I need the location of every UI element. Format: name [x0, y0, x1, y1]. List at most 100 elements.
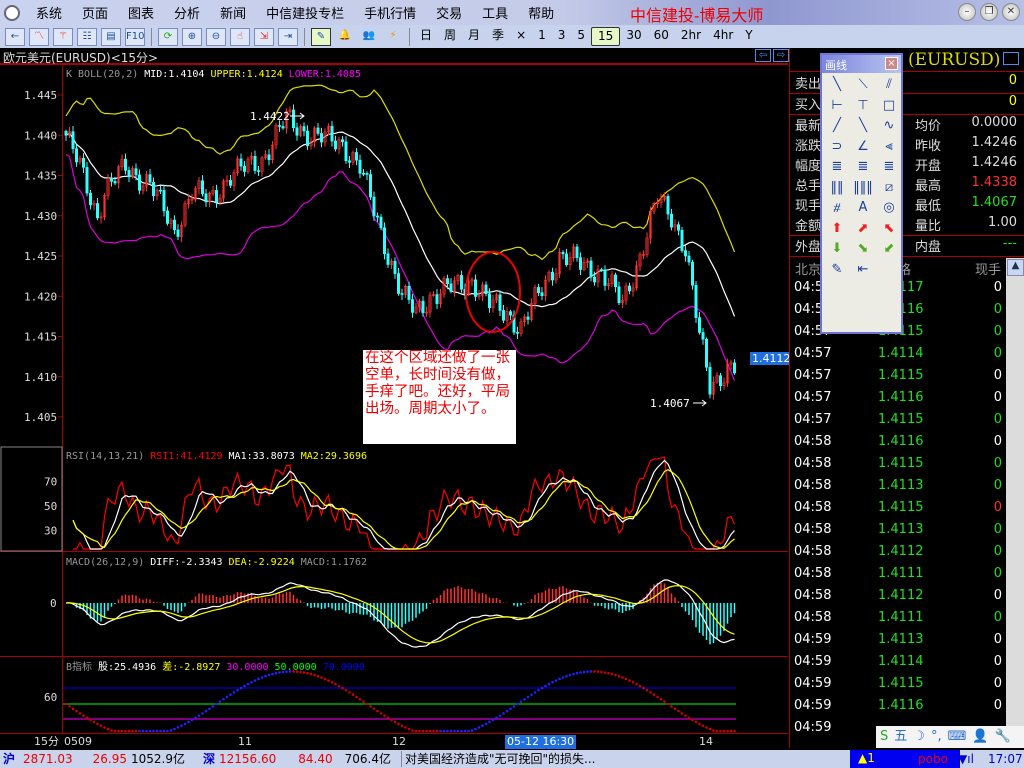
news-ticker[interactable]: 对美国经济造成"无可挽回"的损失...	[401, 751, 671, 767]
draw-tool-4-icon[interactable]: ⊤	[850, 96, 876, 117]
sell-value: 0	[1008, 73, 1017, 88]
close-icon[interactable]: ✕	[1002, 3, 1020, 21]
draw-tool-6-icon[interactable]: ╱	[824, 116, 850, 137]
draw-tool-12-icon[interactable]: ≣	[824, 157, 850, 178]
draw-tool-5-icon[interactable]: □	[876, 96, 902, 117]
kline-icon[interactable]: ⚚	[53, 27, 73, 46]
ime-item-1-icon[interactable]: 五	[894, 729, 907, 745]
candle	[676, 221, 680, 236]
draw-tool-3-icon[interactable]: ⊢	[824, 96, 850, 117]
draw-tool-25-icon[interactable]: ⬊	[850, 239, 876, 260]
users-icon[interactable]: 👥	[359, 28, 379, 46]
draw-tool-27-icon[interactable]: ✎	[824, 260, 850, 281]
minimize-icon[interactable]: –	[958, 3, 976, 21]
menu-tools[interactable]: 工具	[472, 3, 518, 22]
price-tick: 1.415	[24, 331, 57, 344]
flash-icon[interactable]: ⚡	[383, 28, 403, 46]
alarm-icon[interactable]: 🔔	[335, 28, 355, 46]
menu-news[interactable]: 新闻	[210, 3, 256, 22]
ime-item-3-icon[interactable]: °,	[931, 729, 942, 745]
draw-tool-23-icon[interactable]: ⬉	[876, 219, 902, 240]
maximize-icon[interactable]	[1003, 52, 1019, 65]
menu-mobile[interactable]: 手机行情	[354, 3, 426, 22]
period-15[interactable]: 15	[591, 27, 621, 46]
f10-icon[interactable]: F10	[125, 27, 145, 46]
draw-tool-17-icon[interactable]: ⧄	[876, 178, 902, 199]
draw-tool-21-icon[interactable]: ⬆	[824, 219, 850, 240]
period-2hr[interactable]: 2hr	[675, 27, 707, 46]
period-5[interactable]: 5	[571, 27, 591, 46]
period-1[interactable]: 1	[532, 27, 552, 46]
draw-tool-8-icon[interactable]: ∿	[876, 116, 902, 137]
period-quarter[interactable]: 季	[486, 27, 510, 46]
ime-item-0-icon[interactable]: S	[880, 729, 888, 745]
boll-lower: LOWER:1.4085	[289, 69, 361, 80]
draw-tool-0-icon[interactable]: ╲	[824, 75, 850, 96]
draw-tool-15-icon[interactable]: ‖‖	[824, 178, 850, 199]
tick-qty: 0	[993, 522, 1002, 537]
draw-tool-10-icon[interactable]: ∠	[850, 137, 876, 158]
draw-tool-13-icon[interactable]: ≣	[850, 157, 876, 178]
period-close[interactable]: ×	[510, 27, 532, 46]
period-week[interactable]: 周	[438, 27, 462, 46]
buy-label: 买入	[795, 98, 822, 113]
cursor-icon[interactable]: ☝	[230, 27, 250, 46]
draw-tool-26-icon[interactable]: ⬋	[876, 239, 902, 260]
drawbox-close-icon[interactable]: ×	[885, 57, 898, 70]
menu-chart[interactable]: 图表	[118, 3, 164, 22]
menu-page[interactable]: 页面	[72, 3, 118, 22]
menu-help[interactable]: 帮助	[518, 3, 564, 22]
b-indicator-point	[376, 709, 379, 713]
refresh-icon[interactable]: ⟳	[158, 27, 178, 46]
scroll-left-icon[interactable]: ⇦	[755, 49, 771, 62]
zoom-out-icon[interactable]: ⊖	[206, 27, 226, 46]
import-icon[interactable]: ⇥	[278, 27, 298, 46]
line-chart-icon[interactable]: 〽	[29, 27, 49, 46]
ime-item-6-icon[interactable]: 🔧	[995, 729, 1011, 745]
period-3[interactable]: 3	[552, 27, 572, 46]
period-4hr[interactable]: 4hr	[707, 27, 739, 46]
draw-tool-14-icon[interactable]: ≣	[876, 157, 902, 178]
menu-analysis[interactable]: 分析	[164, 3, 210, 22]
candle	[449, 278, 453, 294]
draw-tool-18-icon[interactable]: ⧣	[824, 198, 850, 219]
avg-value: 0.0000	[971, 115, 1018, 130]
zoom-in-icon[interactable]: ⊕	[182, 27, 202, 46]
period-day[interactable]: 日	[414, 27, 438, 46]
menu-column[interactable]: 中信建投专栏	[256, 3, 354, 22]
draw-tool-20-icon[interactable]: ◎	[876, 198, 902, 219]
draw-tool-2-icon[interactable]: ⫽	[876, 75, 902, 96]
draw-tool-1-icon[interactable]: ⟍	[850, 75, 876, 96]
draw-tool-28-icon[interactable]: ⇤	[850, 260, 876, 281]
restore-icon[interactable]: ❐	[980, 3, 998, 21]
scroll-up-icon[interactable]: ▲	[1007, 259, 1024, 276]
b-indicator-point	[229, 693, 232, 696]
menu-system[interactable]: 系统	[26, 3, 72, 22]
ime-item-5-icon[interactable]: 👤	[972, 729, 988, 745]
draw-tool-19-icon[interactable]: A	[850, 198, 876, 219]
tick-scrollbar[interactable]: ▲	[1006, 258, 1024, 728]
scroll-right-icon[interactable]: ⇨	[773, 49, 789, 62]
draw-tool-7-icon[interactable]: ╲	[850, 116, 876, 137]
menu-trade[interactable]: 交易	[426, 3, 472, 22]
period-60[interactable]: 60	[648, 27, 675, 46]
period-30[interactable]: 30	[620, 27, 647, 46]
report-icon[interactable]: ▤	[101, 27, 121, 46]
ime-item-2-icon[interactable]: ☽	[913, 729, 925, 745]
draw-tool-11-icon[interactable]: ⫷	[876, 137, 902, 158]
b-indicator-point	[110, 729, 113, 732]
ime-item-4-icon[interactable]: ⌨	[948, 729, 967, 745]
draw-tool-24-icon[interactable]: ⬇	[824, 239, 850, 260]
back-icon[interactable]: ←	[5, 27, 25, 46]
period-year[interactable]: Y	[739, 27, 758, 46]
period-month[interactable]: 月	[462, 27, 486, 46]
ime-toolbar[interactable]: S 五 ☽ °, ⌨ 👤 🔧	[876, 726, 1024, 748]
draw-tool-22-icon[interactable]: ⬈	[850, 219, 876, 240]
candle	[498, 290, 502, 317]
window-icon[interactable]: ⇲	[254, 27, 274, 46]
app-logo-icon[interactable]	[4, 4, 20, 21]
draw-tool-9-icon[interactable]: ⊃	[824, 137, 850, 158]
quote-list-icon[interactable]: ☷	[77, 27, 97, 46]
draw-tool-icon[interactable]: ✎	[311, 27, 331, 46]
draw-tool-16-icon[interactable]: ‖‖‖	[850, 178, 876, 199]
